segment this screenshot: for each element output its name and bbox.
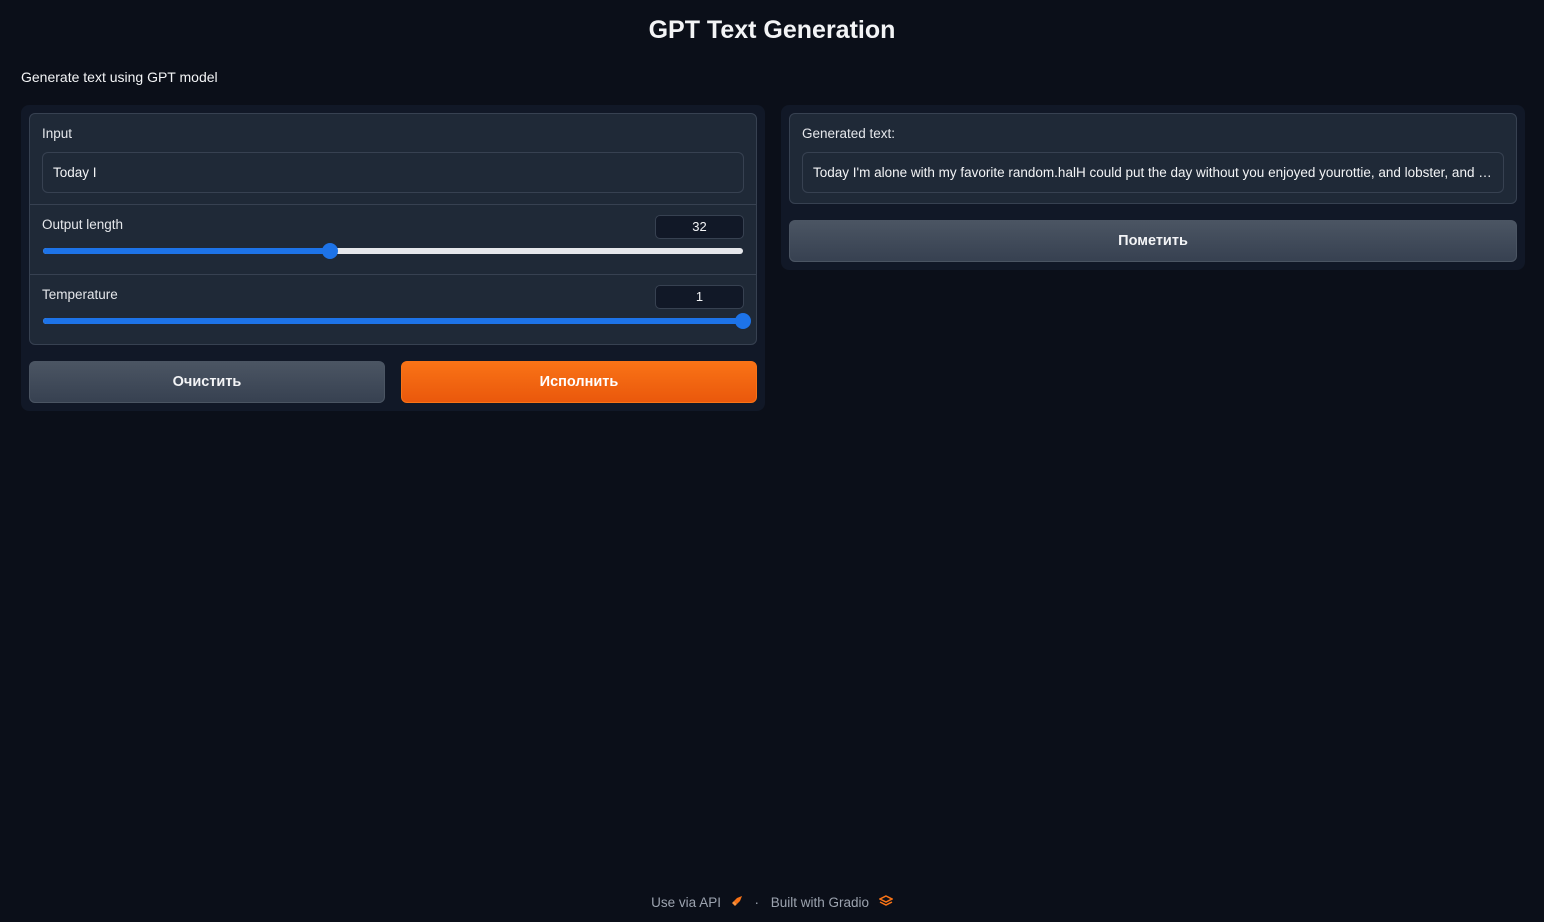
input-form: Input Today I Output length 32 Temperatu… [29, 113, 757, 345]
flag-button[interactable]: Пометить [789, 220, 1517, 262]
gradio-logo-icon [878, 895, 894, 910]
output-length-label: Output length [42, 217, 124, 232]
temperature-slider[interactable] [43, 313, 751, 329]
temperature-block: Temperature 1 [30, 274, 756, 344]
generated-textbox[interactable]: Today I'm alone with my favorite random.… [802, 152, 1504, 193]
temperature-slider-fill [43, 318, 743, 324]
submit-button[interactable]: Исполнить [401, 361, 757, 403]
output-form: Generated text: Today I'm alone with my … [789, 113, 1517, 204]
page-title: GPT Text Generation [648, 16, 896, 44]
rocket-icon [731, 895, 743, 910]
input-label: Input [42, 126, 73, 141]
output-length-number[interactable]: 32 [655, 215, 744, 239]
clear-button[interactable]: Очистить [29, 361, 385, 403]
footer: Use via API · Built with Gradio [0, 894, 1544, 910]
output-length-slider-fill [43, 248, 330, 254]
temperature-slider-thumb[interactable] [735, 313, 751, 329]
input-panel: Input Today I Output length 32 Temperatu… [21, 105, 765, 411]
generated-text-label: Generated text: [802, 126, 896, 141]
temperature-number[interactable]: 1 [655, 285, 744, 309]
footer-separator: · [754, 894, 759, 910]
app-page: GPT Text Generation Generate text using … [0, 0, 1544, 922]
generated-text-block: Generated text: Today I'm alone with my … [790, 114, 1516, 203]
output-length-slider[interactable] [43, 243, 743, 259]
input-text-block: Input Today I [30, 114, 756, 204]
page-description: Generate text using GPT model [21, 69, 218, 85]
output-length-slider-thumb[interactable] [322, 243, 338, 259]
output-panel: Generated text: Today I'm alone with my … [781, 105, 1525, 270]
temperature-label: Temperature [42, 287, 118, 302]
output-length-block: Output length 32 [30, 204, 756, 274]
use-via-api-link[interactable]: Use via API [651, 895, 721, 910]
input-textbox[interactable]: Today I [42, 152, 744, 193]
built-with-gradio-link[interactable]: Built with Gradio [771, 895, 869, 910]
